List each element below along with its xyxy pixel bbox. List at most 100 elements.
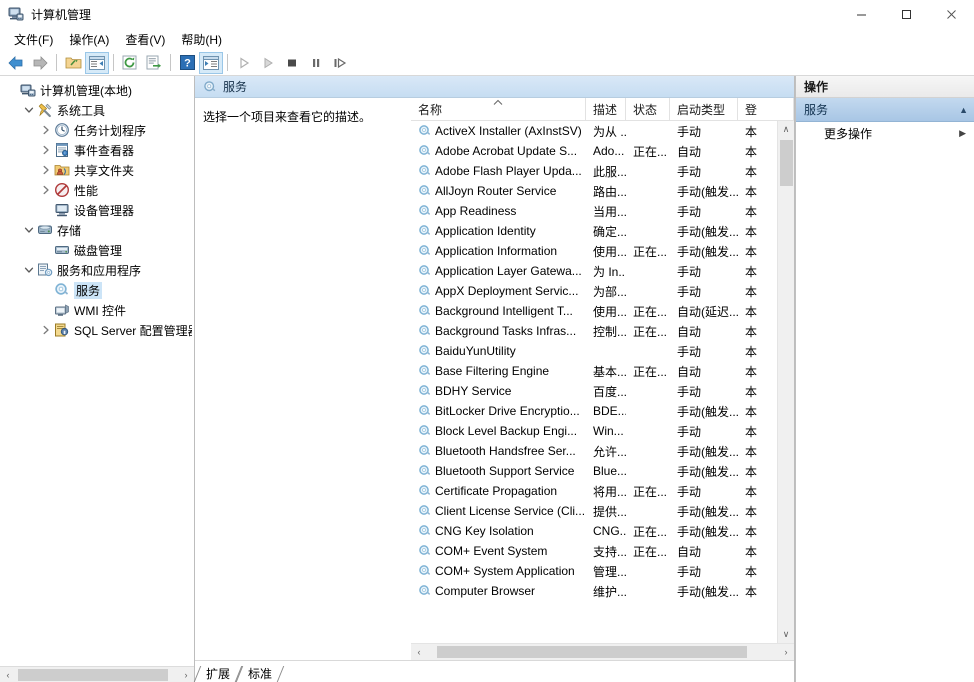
table-row[interactable]: App Readiness 当用... 手动 本 [411,201,777,221]
menu-action[interactable]: 操作(A) [61,29,117,50]
chevron-up-icon[interactable]: ▲ [959,105,968,115]
view-tabs[interactable]: 扩展 标准 [193,660,794,682]
chevron-right-icon[interactable] [38,145,54,155]
table-row[interactable]: Certificate Propagation 将用... 正在... 手动 本 [411,481,777,501]
table-row[interactable]: Bluetooth Handsfree Ser... 允许... 手动(触发... 本 [411,441,777,461]
table-row[interactable]: Block Level Backup Engi... Win... 手动 本 [411,421,777,441]
refresh-button[interactable] [118,52,142,74]
services-vertical-scrollbar[interactable]: ∧ ∨ [777,121,794,643]
table-row[interactable]: Bluetooth Support Service Blue... 手动(触发...… [411,461,777,481]
start-service-button[interactable] [232,52,256,74]
list-scroll-up-arrow[interactable]: ∧ [778,121,794,138]
tree-node-disk-management-icon[interactable]: 磁盘管理 [0,240,194,260]
help-button[interactable]: ? [175,52,199,74]
menu-help[interactable]: 帮助(H) [173,29,230,50]
tree-node-device-manager-icon[interactable]: 设备管理器 [0,200,194,220]
show-hide-tree-button[interactable] [85,51,109,74]
close-button[interactable] [929,0,974,28]
services-list-rows[interactable]: ActiveX Installer (AxInstSV)为从 ...手动本Ado… [411,121,777,643]
tree-scroll-left-arrow[interactable]: ‹ [0,666,16,682]
column-header-logon[interactable]: 登 [738,98,794,120]
table-row[interactable]: Application Identity 确定... 手动(触发... 本 [411,221,777,241]
tree-node-services-and-applications-icon[interactable]: 服务和应用程序 [0,260,194,280]
show-action-pane-button[interactable] [199,51,223,74]
tree-node-event-viewer-icon[interactable]: i 事件查看器 [0,140,194,160]
services-list-header[interactable]: 名称 描述 状态 启动类型 登 [411,98,794,121]
tab-extended[interactable]: 扩展 [198,664,238,682]
forward-button[interactable] [28,52,52,74]
actions-group-services[interactable]: 服务 ▲ [796,98,974,122]
list-hscroll-thumb[interactable] [437,646,747,658]
resume-service-button[interactable] [256,52,280,74]
table-row[interactable]: AllJoyn Router Service 路由... 手动(触发... 本 [411,181,777,201]
cell-text: 正在... [633,324,668,339]
column-header-state[interactable]: 状态 [626,98,670,120]
table-row[interactable]: CNG Key Isolation CNG... 正在... 手动(触发... 本 [411,521,777,541]
tree-node-computer-icon[interactable]: 计算机管理(本地) [0,80,194,100]
list-scroll-left-arrow[interactable]: ‹ [411,644,427,660]
table-row[interactable]: Computer Browser 维护... 手动(触发... 本 [411,581,777,601]
action-more-actions[interactable]: 更多操作 ▶ [796,122,974,144]
up-folder-button[interactable] [61,52,85,74]
tree-node-storage-icon[interactable]: 存储 [0,220,194,240]
table-row[interactable]: Application Layer Gatewa... 为 In... 手动 本 [411,261,777,281]
column-header-desc[interactable]: 描述 [586,98,626,120]
tree-node-system-tools-icon[interactable]: 系统工具 [0,100,194,120]
cell-text: 本 [745,564,758,579]
tree-horizontal-scrollbar[interactable]: ‹ › [0,666,194,682]
list-scroll-track[interactable] [778,138,794,626]
list-hscroll-track[interactable] [427,644,778,660]
list-scroll-thumb[interactable] [780,140,793,186]
tree-scroll-track[interactable] [16,666,178,682]
list-scroll-right-arrow[interactable]: › [778,644,794,660]
chevron-right-icon[interactable] [38,325,54,335]
table-row[interactable]: BDHY Service 百度... 手动 本 [411,381,777,401]
table-row[interactable]: Background Tasks Infras... 控制... 正在... 自动 本 [411,321,777,341]
tree-node-sql-server-config-icon[interactable]: SQL Server 配置管理器 [0,320,194,340]
chevron-down-icon[interactable] [21,105,37,115]
list-scroll-down-arrow[interactable]: ∨ [778,626,794,643]
column-header-label: 名称 [418,102,443,117]
tree-scroll-right-arrow[interactable]: › [178,666,194,682]
chevron-down-icon[interactable] [21,265,37,275]
column-header-start[interactable]: 启动类型 [670,98,738,120]
table-row[interactable]: AppX Deployment Servic... 为部... 手动 本 [411,281,777,301]
tree-node-wmi-control-icon[interactable]: WMI 控件 [0,300,194,320]
menu-file[interactable]: 文件(F) [6,29,61,50]
table-row[interactable]: Background Intelligent T... 使用... 正在... 自动(… [411,301,777,321]
table-row[interactable]: Base Filtering Engine 基本... 正在... 自动 本 [411,361,777,381]
tree-node-shared-folders-icon[interactable]: 共享文件夹 [0,160,194,180]
column-header-label: 登 [745,102,758,117]
tab-standard[interactable]: 标准 [240,664,280,682]
table-row[interactable]: BaiduYunUtility 手动 本 [411,341,777,361]
chevron-right-icon[interactable]: ▶ [959,128,966,139]
table-row[interactable]: BitLocker Drive Encryptio... BDE... 手动(触发.… [411,401,777,421]
table-row[interactable]: Adobe Flash Player Upda... 此服... 手动 本 [411,161,777,181]
column-header-name[interactable]: 名称 [411,98,586,120]
back-button[interactable] [4,52,28,74]
minimize-button[interactable] [839,0,884,28]
chevron-right-icon[interactable] [38,125,54,135]
tree-node-task-scheduler-icon[interactable]: 任务计划程序 [0,120,194,140]
pause-service-button[interactable] [304,52,328,74]
export-list-button[interactable] [142,52,166,74]
tree-node-services-icon[interactable]: 服务 [0,280,194,300]
stop-service-button[interactable] [280,52,304,74]
table-row[interactable]: COM+ System Application 管理... 手动 本 [411,561,777,581]
maximize-button[interactable] [884,0,929,28]
table-row[interactable]: COM+ Event System 支持... 正在... 自动 本 [411,541,777,561]
table-row[interactable]: Client License Service (Cli... 提供... 手动(触发… [411,501,777,521]
chevron-right-icon[interactable] [38,165,54,175]
table-row[interactable]: Adobe Acrobat Update S... Ado... 正在... 自动 本 [411,141,777,161]
services-horizontal-scrollbar[interactable]: ‹ › [411,643,794,660]
chevron-right-icon[interactable] [38,185,54,195]
cell-text: 本 [745,384,758,399]
tree-scroll-thumb[interactable] [18,668,168,681]
menu-view[interactable]: 查看(V) [117,29,173,50]
table-row[interactable]: Application Information 使用... 正在... 手动(触发..… [411,241,777,261]
restart-service-button[interactable] [328,52,352,74]
table-row[interactable]: ActiveX Installer (AxInstSV) 为从 ... 手动 本 [411,121,777,141]
chevron-down-icon[interactable] [21,225,37,235]
console-tree[interactable]: 计算机管理(本地) 系统工具 任务计划程序 i 事件查看器 共享文件夹 性能 设备管理器 存储磁… [0,76,194,666]
tree-node-performance-icon[interactable]: 性能 [0,180,194,200]
